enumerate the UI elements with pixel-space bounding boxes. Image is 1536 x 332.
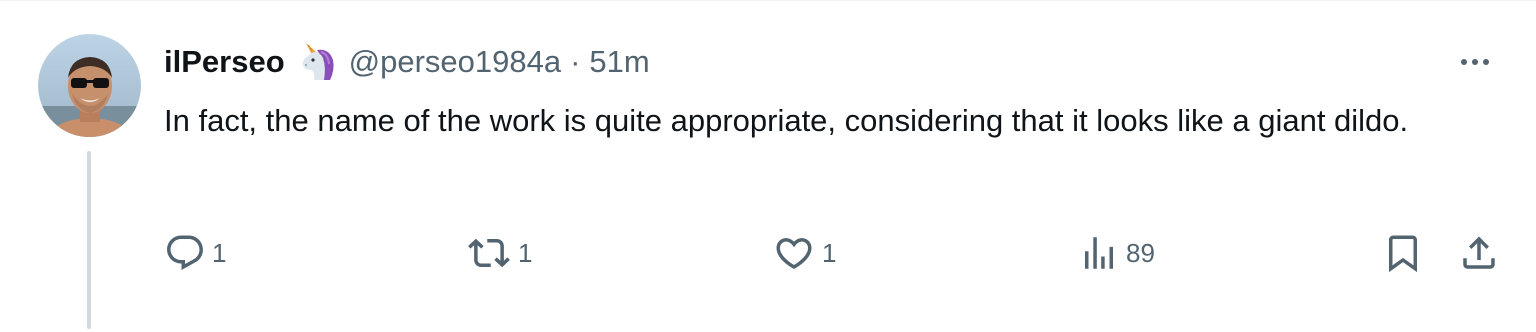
reply-icon <box>164 232 206 274</box>
bookmark-button[interactable] <box>1382 229 1424 277</box>
tweet: ilPerseo @perseo1984a · 51m In fact, the… <box>0 0 1536 332</box>
more-options-button[interactable] <box>1455 46 1495 80</box>
share-button[interactable] <box>1458 229 1500 277</box>
timestamp[interactable]: 51m <box>589 44 649 80</box>
more-icon <box>1457 54 1493 72</box>
retweet-icon <box>466 232 512 274</box>
views-chart-icon <box>1078 232 1120 274</box>
tweet-text: In fact, the name of the work is quite a… <box>164 103 1409 138</box>
retweet-button[interactable]: 1 <box>466 229 532 277</box>
avatar[interactable] <box>38 34 141 137</box>
like-count: 1 <box>822 237 837 268</box>
share-icon <box>1458 232 1500 274</box>
user-handle[interactable]: @perseo1984a <box>349 44 561 80</box>
views-button[interactable]: 89 <box>1078 229 1155 277</box>
like-button[interactable]: 1 <box>772 229 836 277</box>
reply-button[interactable]: 1 <box>164 229 226 277</box>
retweet-count: 1 <box>518 237 533 268</box>
reply-count: 1 <box>212 237 227 268</box>
thread-line <box>87 151 91 329</box>
display-name[interactable]: ilPerseo <box>164 44 285 80</box>
views-count: 89 <box>1126 237 1155 268</box>
unicorn-icon <box>295 40 339 84</box>
separator-dot: · <box>570 44 581 79</box>
heart-icon <box>772 232 816 274</box>
tweet-header: ilPerseo @perseo1984a · 51m <box>164 39 650 85</box>
bookmark-icon <box>1382 232 1424 274</box>
